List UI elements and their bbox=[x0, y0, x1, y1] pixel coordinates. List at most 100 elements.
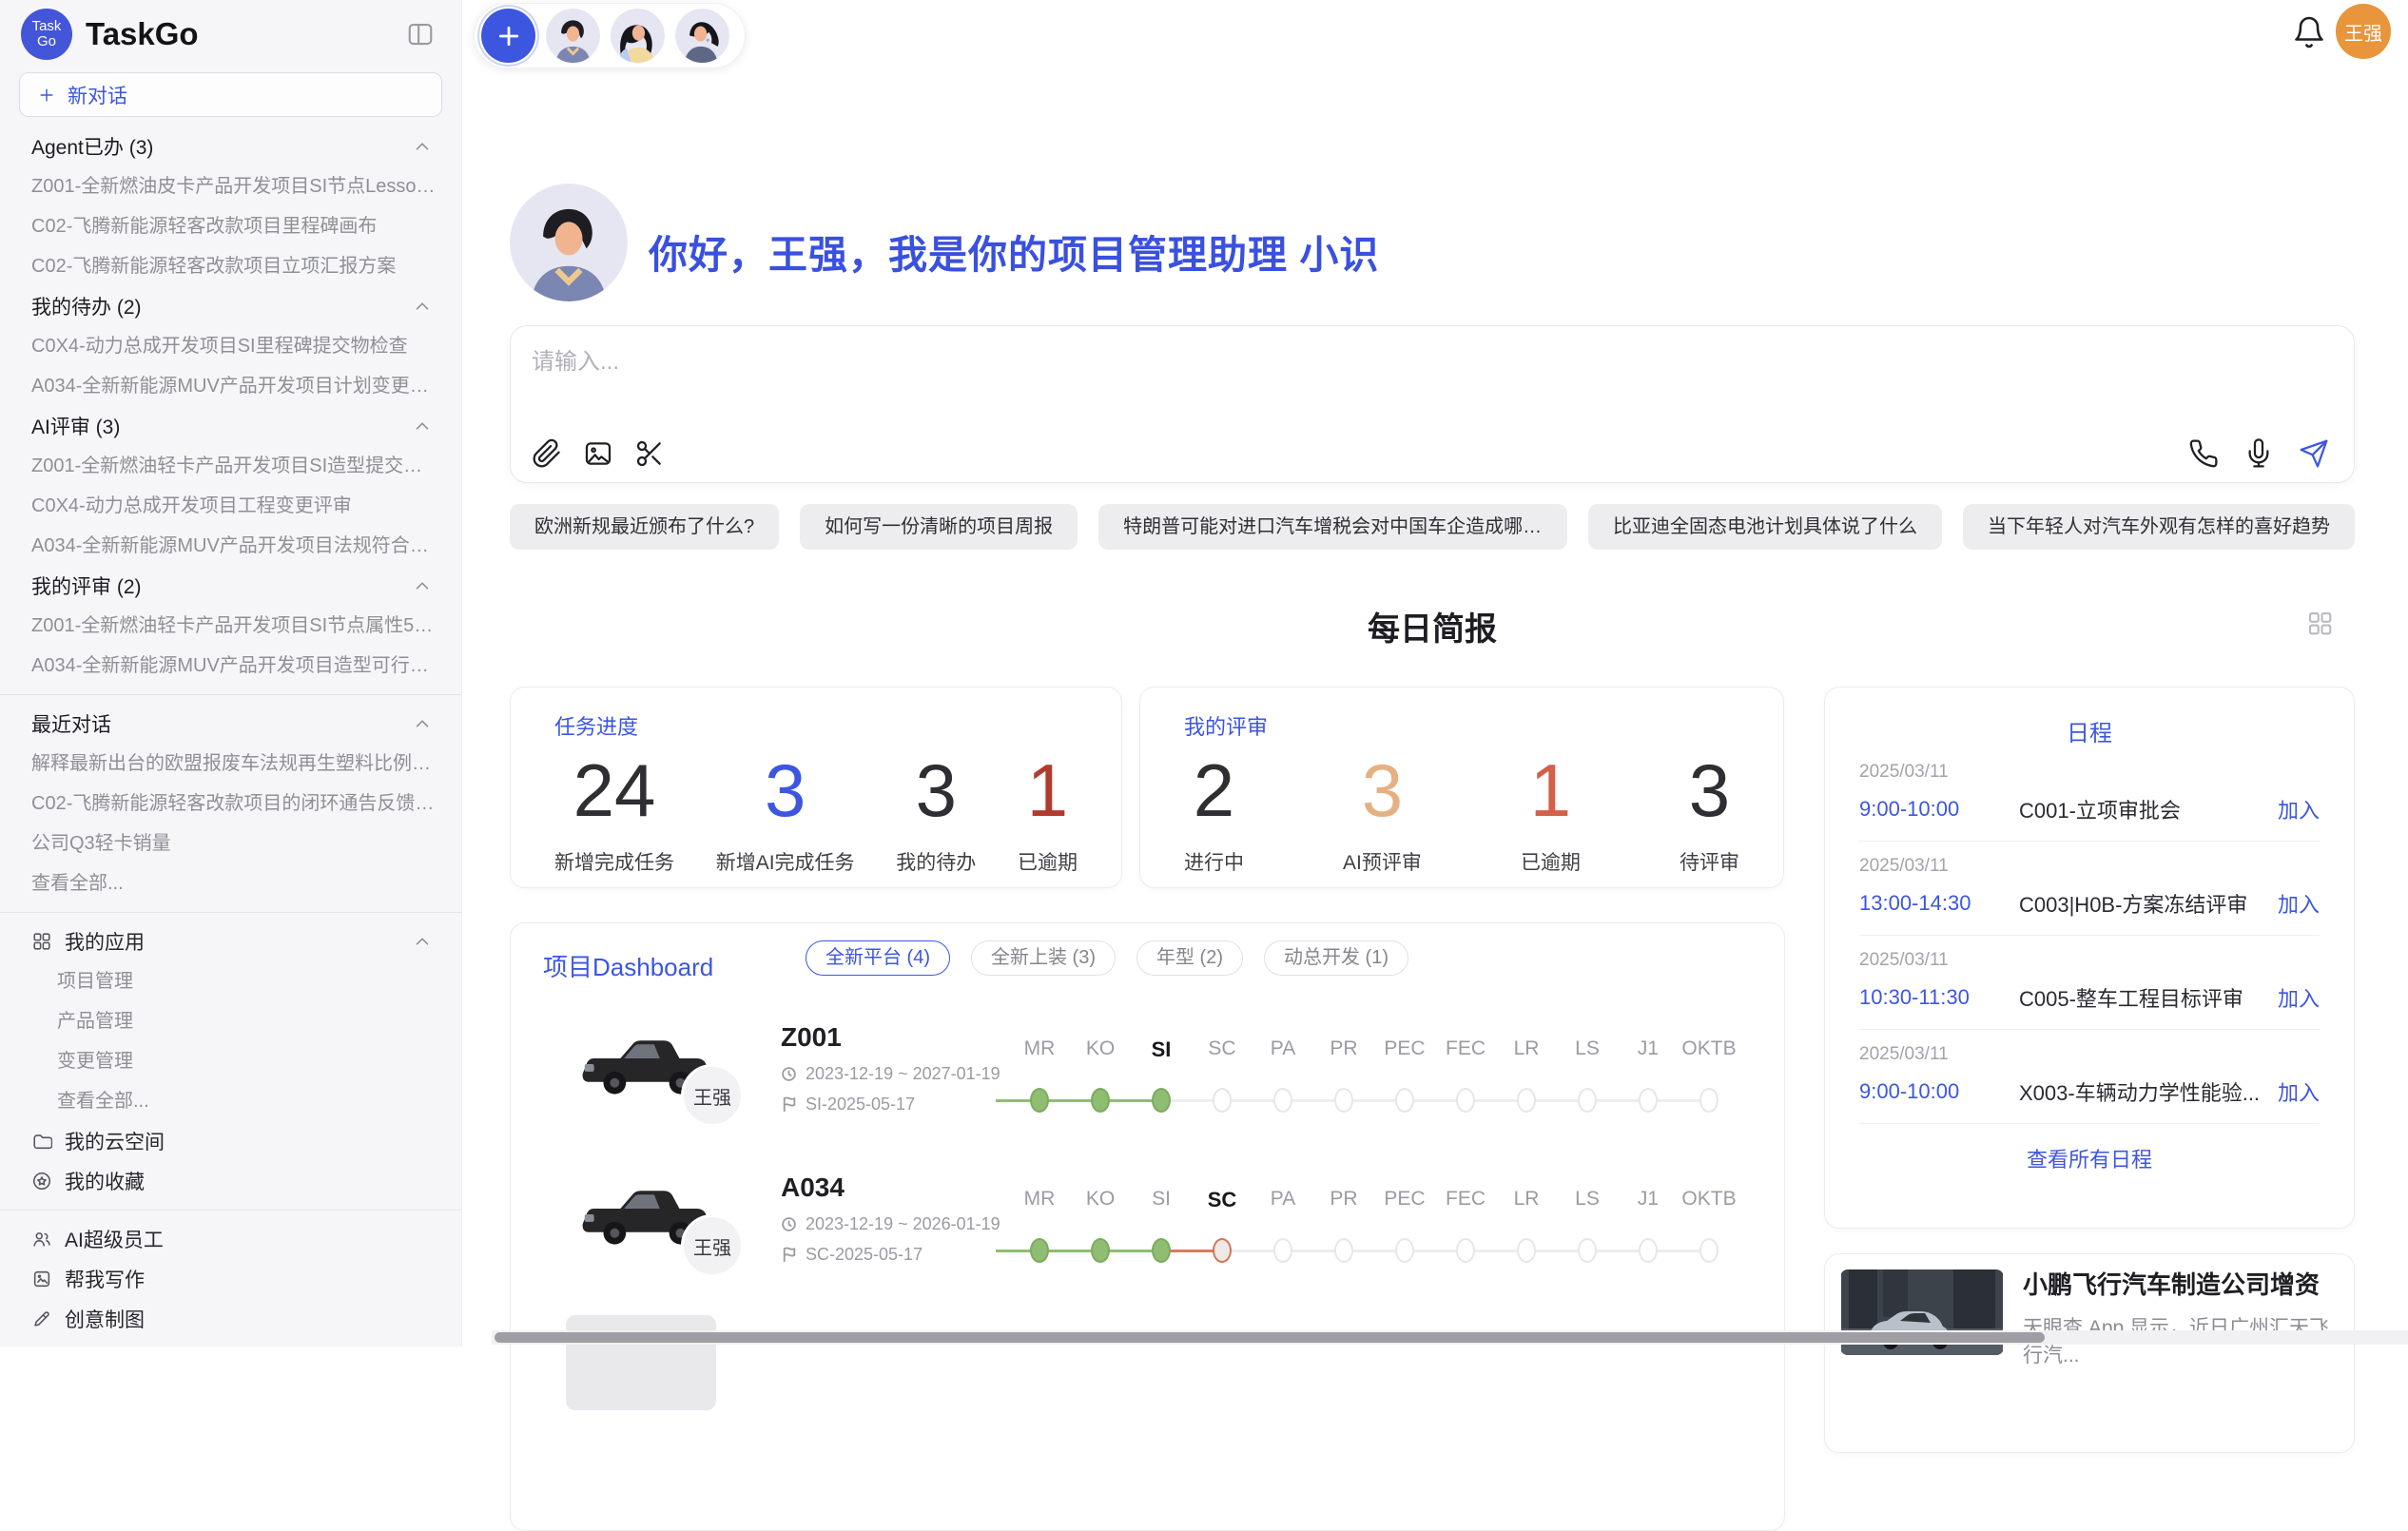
filter-chip[interactable]: 动总开发 (1) bbox=[1264, 940, 1408, 976]
avatar[interactable] bbox=[546, 9, 600, 63]
news-title: 小鹏飞行汽车制造公司增资 bbox=[2023, 1269, 2339, 1301]
send-icon[interactable] bbox=[2299, 438, 2329, 469]
milestone-dot-done bbox=[1091, 1088, 1110, 1113]
list-item[interactable]: C0X4-动力总成开发项目工程变更评审 bbox=[0, 486, 461, 526]
project-row[interactable]: 王强 A034 2023-12-19 ~ 2026-01-19 SC-2025-… bbox=[511, 1157, 1784, 1308]
chevron-up-icon[interactable] bbox=[412, 416, 433, 436]
join-button[interactable]: 加入 bbox=[2278, 794, 2320, 824]
milestone-label: MR bbox=[1024, 1188, 1056, 1211]
suggestion-chip[interactable]: 特朗普可能对进口汽车增税会对中国车企造成哪些影响 bbox=[1098, 504, 1567, 550]
project-dashboard-card: 项目Dashboard 全新平台 (4) 全新上装 (3) 年型 (2) 动总开… bbox=[510, 922, 1785, 1531]
list-item[interactable]: Z001-全新燃油皮卡产品开发项目SI节点Lesson Learn报告 bbox=[0, 166, 461, 206]
suggestion-chip[interactable]: 如何写一份清晰的项目周报 bbox=[800, 504, 1078, 550]
chevron-up-icon[interactable] bbox=[412, 713, 433, 734]
sidebar-item-ai-employee[interactable]: AI超级员工 bbox=[0, 1219, 461, 1259]
filter-chip[interactable]: 年型 (2) bbox=[1136, 940, 1243, 976]
project-flag: SI-2025-05-17 bbox=[781, 1095, 915, 1114]
list-item[interactable]: 解释最新出台的欧盟报废车法规再生塑料比例被调至15%... bbox=[0, 744, 461, 784]
image-doc-icon bbox=[31, 1269, 52, 1289]
apps-view-all[interactable]: 查看全部... bbox=[0, 1081, 461, 1121]
project-dates: 2023-12-19 ~ 2026-01-19 bbox=[781, 1214, 1000, 1234]
sidebar-item-change-mgmt[interactable]: 变更管理 bbox=[0, 1041, 461, 1081]
sidebar-item-project-mgmt[interactable]: 项目管理 bbox=[0, 961, 461, 1001]
chat-input[interactable] bbox=[532, 341, 2053, 383]
stat-label: 我的待办 bbox=[896, 847, 976, 876]
chevron-up-icon[interactable] bbox=[412, 296, 433, 317]
microphone-icon[interactable] bbox=[2243, 438, 2274, 469]
chevron-up-icon[interactable] bbox=[412, 931, 433, 952]
section-my-review[interactable]: 我的评审 (2) bbox=[0, 566, 461, 606]
scissors-icon[interactable] bbox=[634, 438, 665, 469]
layout-grid-icon[interactable] bbox=[2305, 609, 2334, 637]
attachment-icon[interactable] bbox=[532, 438, 562, 469]
filter-chip[interactable]: 全新上装 (3) bbox=[971, 940, 1116, 976]
milestone-label: PR bbox=[1330, 1188, 1357, 1211]
list-item[interactable]: A034-全新新能源MUV产品开发项目法规符合性评审 bbox=[0, 526, 461, 566]
project-code: Z001 bbox=[781, 1022, 842, 1053]
sidebar-item-creative-draw[interactable]: 创意制图 bbox=[0, 1299, 461, 1339]
milestone-dot bbox=[1213, 1088, 1232, 1113]
section-agent-done[interactable]: Agent已办 (3) bbox=[0, 126, 461, 166]
view-all-schedule-link[interactable]: 查看所有日程 bbox=[1859, 1143, 2320, 1173]
image-upload-icon[interactable] bbox=[583, 438, 613, 469]
list-item[interactable]: Z001-全新燃油轻卡产品开发项目SI造型提交物评审 bbox=[0, 446, 461, 486]
user-avatar[interactable]: 王强 bbox=[2336, 4, 2391, 59]
sidebar-item-label: 创意制图 bbox=[65, 1305, 145, 1333]
milestone-label: KO bbox=[1086, 1037, 1115, 1060]
chevron-up-icon[interactable] bbox=[412, 575, 433, 596]
flag-icon bbox=[781, 1247, 797, 1263]
sidebar-collapse-icon[interactable] bbox=[406, 20, 435, 48]
section-recent-chats[interactable]: 最近对话 bbox=[0, 704, 461, 744]
stat-in-progress: 2 进行中 bbox=[1184, 752, 1244, 876]
milestone-track: MR KO SI SC PA PR PEC FEC LR LS J1 OKTB bbox=[996, 1188, 1747, 1283]
sidebar-item-my-apps[interactable]: 我的应用 bbox=[0, 921, 461, 961]
avatar[interactable] bbox=[675, 9, 729, 63]
project-flag-text: SC-2025-05-17 bbox=[806, 1245, 922, 1265]
logo-text-bottom: Go bbox=[37, 34, 56, 49]
horizontal-scrollbar[interactable] bbox=[492, 1330, 2408, 1345]
section-ai-review[interactable]: AI评审 (3) bbox=[0, 406, 461, 446]
list-item[interactable]: C02-飞腾新能源轻客改款项目立项汇报方案 bbox=[0, 246, 461, 286]
milestone-dot bbox=[1639, 1088, 1658, 1113]
schedule-title: 日程 bbox=[1859, 714, 2320, 747]
suggestion-chip[interactable]: 欧洲新规最近颁布了什么? bbox=[510, 504, 779, 550]
chevron-up-icon[interactable] bbox=[412, 136, 433, 157]
filter-chip[interactable]: 全新平台 (4) bbox=[806, 940, 950, 976]
sidebar-item-help-write[interactable]: 帮我写作 bbox=[0, 1259, 461, 1299]
schedule-name: C003|H0B-方案冻结评审 bbox=[2019, 888, 2266, 919]
list-item[interactable]: 公司Q3轻卡销量 bbox=[0, 824, 461, 863]
list-item[interactable]: C02-飞腾新能源轻客改款项目的闭环通告反馈情况 bbox=[0, 784, 461, 824]
sidebar-item-product-mgmt[interactable]: 产品管理 bbox=[0, 1001, 461, 1041]
phone-call-icon[interactable] bbox=[2188, 438, 2219, 469]
section-my-todo[interactable]: 我的待办 (2) bbox=[0, 286, 461, 326]
join-button[interactable]: 加入 bbox=[2278, 1076, 2320, 1107]
avatar[interactable] bbox=[611, 9, 665, 63]
task-progress-card: 任务进度 24 新增完成任务 3 新增AI完成任务 3 我的待办 1 已逾期 bbox=[510, 687, 1122, 888]
schedule-item: 2025/03/11 9:00-10:00 C001-立项审批会 加入 bbox=[1859, 747, 2320, 842]
divider bbox=[0, 912, 461, 913]
add-session-button[interactable] bbox=[481, 9, 535, 63]
milestone-label: PA bbox=[1271, 1037, 1295, 1060]
sidebar: Task Go TaskGo 新对话 Agent已办 (3) Z001-全新燃油… bbox=[0, 0, 462, 1347]
sidebar-item-cloud-space[interactable]: 我的云空间 bbox=[0, 1121, 461, 1161]
new-chat-button[interactable]: 新对话 bbox=[19, 72, 442, 117]
sidebar-item-favorites[interactable]: 我的收藏 bbox=[0, 1161, 461, 1201]
list-item[interactable]: Z001-全新燃油轻卡产品开发项目SI节点属性5D文件评审 bbox=[0, 606, 461, 646]
suggestion-chip[interactable]: 当下年轻人对汽车外观有怎样的喜好趋势 bbox=[1963, 504, 2355, 550]
list-item[interactable]: C0X4-动力总成开发项目SI里程碑提交物检查 bbox=[0, 326, 461, 366]
list-item[interactable]: C02-飞腾新能源轻客改款项目里程碑画布 bbox=[0, 206, 461, 246]
milestone-dot-overdue bbox=[1213, 1238, 1232, 1263]
join-button[interactable]: 加入 bbox=[2278, 888, 2320, 919]
news-card[interactable]: 小鹏飞行汽车制造公司增资 天眼查 App 显示，近日广州汇天飞行汽... bbox=[1824, 1253, 2355, 1453]
scrollbar-thumb[interactable] bbox=[495, 1332, 2045, 1343]
project-row[interactable]: 王强 Z001 2023-12-19 ~ 2027-01-19 SI-2025-… bbox=[511, 1007, 1784, 1157]
list-item[interactable]: A034-全新新能源MUV产品开发项目计划变更表编写 bbox=[0, 366, 461, 406]
schedule-name: C001-立项审批会 bbox=[2019, 794, 2266, 824]
notification-bell-icon[interactable] bbox=[2292, 15, 2326, 49]
join-button[interactable]: 加入 bbox=[2278, 982, 2320, 1013]
milestone-track: MR KO SI SC PA PR PEC FEC LR LS J1 OKTB bbox=[996, 1037, 1747, 1133]
list-item[interactable]: A034-全新新能源MUV产品开发项目造型可行性评审 bbox=[0, 646, 461, 686]
logo-text-top: Task bbox=[32, 19, 62, 34]
recent-view-all[interactable]: 查看全部... bbox=[0, 863, 461, 903]
suggestion-chip[interactable]: 比亚迪全固态电池计划具体说了什么 bbox=[1588, 504, 1942, 550]
